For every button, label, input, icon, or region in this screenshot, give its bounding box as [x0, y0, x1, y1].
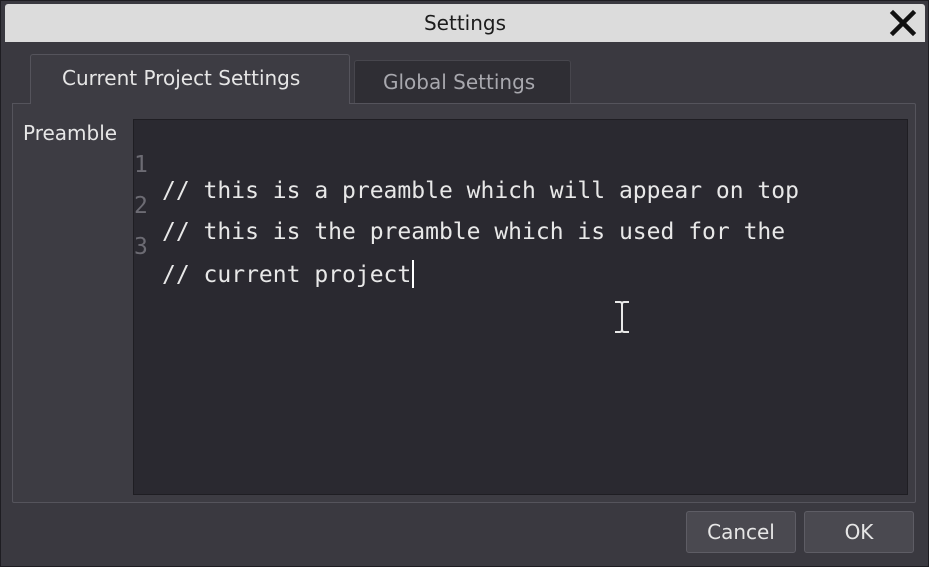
code-line: 2 // this is the preamble which is used …	[134, 167, 785, 245]
title-bar[interactable]: Settings	[5, 4, 925, 42]
line-text: // this is the preamble which is used fo…	[162, 219, 786, 245]
line-text-with-caret: // current project	[162, 260, 415, 288]
close-icon	[889, 9, 917, 37]
ok-button[interactable]: OK	[804, 511, 914, 553]
preamble-label: Preamble	[23, 121, 118, 145]
code-line: 1 // this is a preamble which will appea…	[134, 126, 799, 204]
close-button[interactable]	[887, 7, 919, 39]
line-text: // current project	[162, 262, 412, 288]
preamble-editor[interactable]: 1 // this is a preamble which will appea…	[133, 119, 908, 495]
dialog-title: Settings	[423, 11, 507, 35]
tab-global-settings[interactable]: Global Settings	[354, 60, 571, 104]
tab-current-project-settings[interactable]: Current Project Settings	[30, 54, 350, 104]
tab-label: Current Project Settings	[62, 66, 301, 90]
cancel-button[interactable]: Cancel	[686, 511, 796, 553]
code-line: 3 // current project	[134, 208, 415, 288]
tab-panel: Preamble 1 // this is a preamble which w…	[12, 103, 916, 503]
line-number: 3	[134, 234, 148, 260]
line-text: // this is a preamble which will appear …	[162, 178, 799, 204]
settings-dialog: Settings Current Project Settings Global…	[0, 0, 929, 567]
tab-label: Global Settings	[383, 70, 536, 94]
text-caret	[412, 260, 415, 288]
ibeam-cursor-icon	[612, 300, 632, 339]
